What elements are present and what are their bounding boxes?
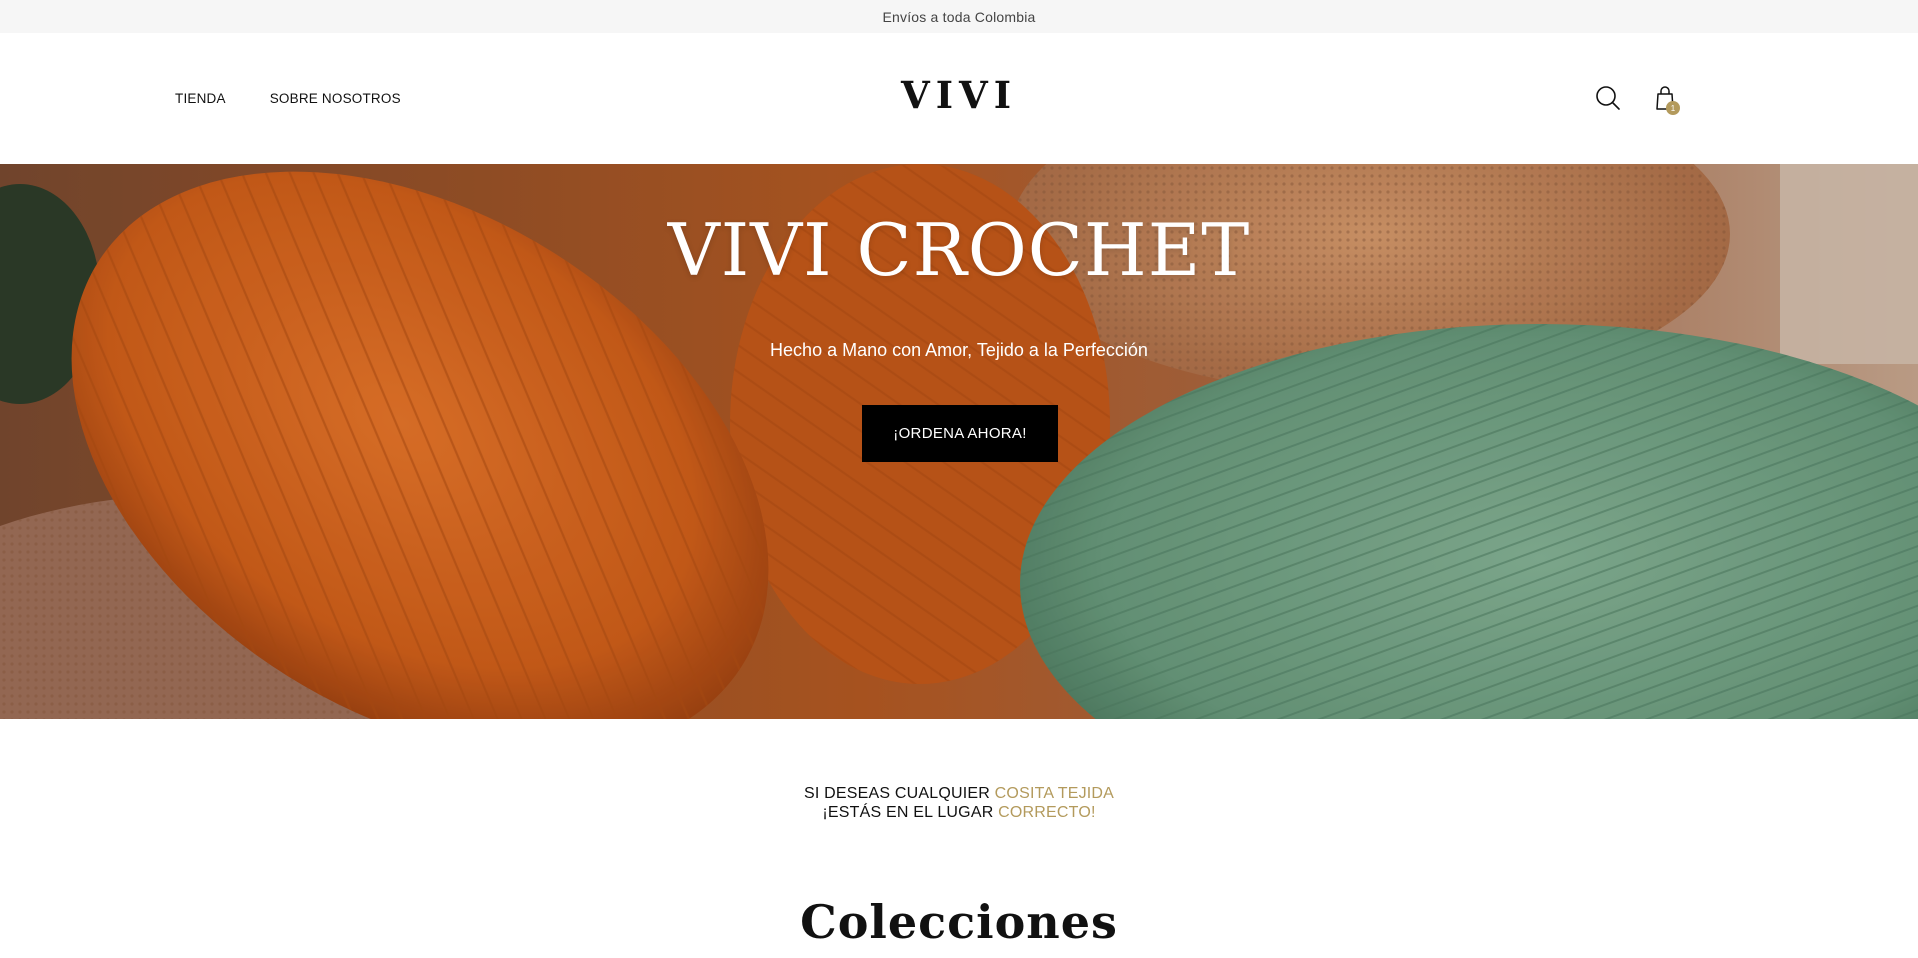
hero-title: VIVI CROCHET xyxy=(667,208,1251,292)
hero-banner: VIVI CROCHET Hecho a Mano con Amor, Teji… xyxy=(0,164,1918,719)
announcement-text: Envíos a toda Colombia xyxy=(882,8,1036,25)
search-button[interactable] xyxy=(1593,83,1623,113)
search-icon xyxy=(1596,86,1620,110)
tagline-line-1: SI DESEAS CUALQUIER COSITA TEJIDA xyxy=(0,784,1918,803)
tagline-line-2: ¡ESTÁS EN EL LUGAR CORRECTO! xyxy=(0,803,1918,822)
collections-heading: Colecciones xyxy=(800,895,1118,949)
site-logo[interactable]: VIVI xyxy=(0,73,1918,117)
cart-count-badge: 1 xyxy=(1666,101,1680,115)
tagline-line-1-text: SI DESEAS CUALQUIER xyxy=(803,785,995,802)
site-header: TIENDA SOBRE NOSOTROS VIVI 1 xyxy=(0,33,1918,164)
hero-subtitle: Hecho a Mano con Amor, Tejido a la Perfe… xyxy=(770,340,1148,360)
order-now-button[interactable]: ¡ORDENA AHORA! xyxy=(862,405,1058,462)
tagline-line-1-accent: COSITA TEJIDA xyxy=(994,785,1115,802)
tagline-line-2-text: ¡ESTÁS EN EL LUGAR xyxy=(822,804,999,821)
tagline-line-2-accent: CORRECTO! xyxy=(998,804,1096,821)
tagline: SI DESEAS CUALQUIER COSITA TEJIDA ¡ESTÁS… xyxy=(0,784,1918,822)
announcement-bar: Envíos a toda Colombia xyxy=(0,0,1918,33)
